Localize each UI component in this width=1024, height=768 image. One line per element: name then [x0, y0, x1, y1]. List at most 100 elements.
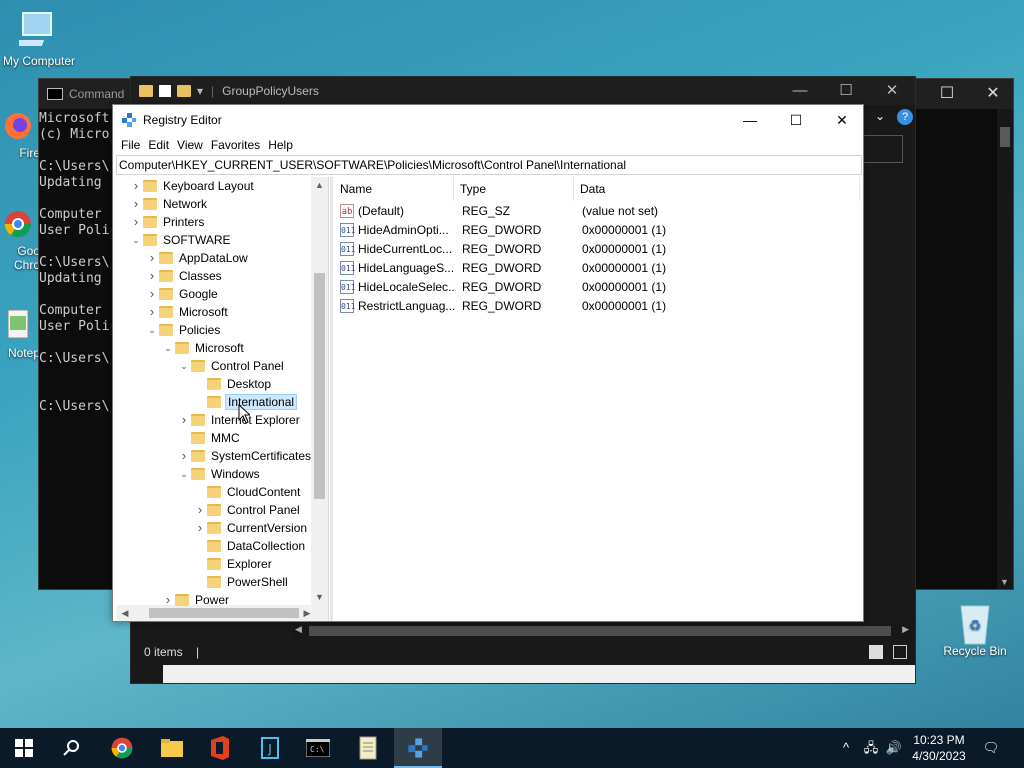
chevron-down-icon[interactable]: ⌄: [145, 321, 159, 339]
scroll-left-icon[interactable]: ◀: [295, 624, 302, 635]
registry-value-row[interactable]: 011 HideAdminOpti... REG_DWORD 0x00000001 (…: [334, 220, 863, 239]
desktop-icon-recycle-bin[interactable]: ♻ Recycle Bin: [936, 600, 1014, 658]
menu-view[interactable]: View: [175, 138, 209, 152]
tree-scroll-thumb[interactable]: [314, 273, 325, 499]
explorer-hscrollbar[interactable]: ◀ ▶: [293, 623, 911, 639]
menu-file[interactable]: File: [119, 138, 146, 152]
desktop-icon-chrome[interactable]: Goo Chro: [0, 208, 40, 272]
notifications-icon[interactable]: 🗨: [980, 728, 1002, 768]
chevron-down-icon[interactable]: ▾: [197, 84, 203, 98]
network-icon[interactable]: 🖧: [860, 728, 882, 768]
chevron-down-icon[interactable]: ⌄: [177, 357, 191, 375]
column-header-data[interactable]: Data: [574, 177, 860, 201]
chevron-right-icon[interactable]: ›: [145, 285, 159, 303]
registry-value-row[interactable]: 011 HideCurrentLoc... REG_DWORD 0x00000001 …: [334, 239, 863, 258]
chevron-right-icon[interactable]: ›: [161, 591, 175, 609]
taskbar-chrome[interactable]: [98, 728, 146, 768]
chevron-down-icon[interactable]: ⌄: [177, 465, 191, 483]
tree-node[interactable]: › Classes: [145, 267, 224, 285]
scroll-down-icon[interactable]: ▼: [1000, 577, 1009, 587]
chevron-down-icon[interactable]: ⌄: [129, 231, 143, 249]
new-folder-icon[interactable]: [177, 85, 191, 97]
properties-icon[interactable]: [159, 85, 171, 97]
tree-node[interactable]: › Printers: [129, 213, 206, 231]
desktop-icon-firefox[interactable]: Fire: [0, 110, 40, 160]
address-path[interactable]: Computer\HKEY_CURRENT_USER\SOFTWARE\Poli…: [119, 158, 626, 172]
registry-editor-window[interactable]: Registry Editor — ☐ ✕ File Edit View Fav…: [112, 104, 864, 622]
cmd-maximize-button[interactable]: ☐: [927, 83, 967, 105]
values-list[interactable]: Name Type Data ab (Default) REG_SZ (value n…: [334, 177, 863, 621]
help-icon[interactable]: ?: [897, 109, 913, 125]
taskbar-file-explorer[interactable]: [148, 728, 196, 768]
taskbar-registry-editor[interactable]: [394, 728, 442, 768]
tree-node[interactable]: › CurrentVersion: [193, 519, 309, 537]
taskbar-command-prompt[interactable]: C:\: [294, 728, 342, 768]
desktop-icon-notepad[interactable]: Notep: [0, 308, 40, 360]
regedit-close-button[interactable]: ✕: [819, 105, 865, 135]
registry-value-row[interactable]: ab (Default) REG_SZ (value not set): [334, 201, 863, 220]
taskbar-office[interactable]: [196, 728, 244, 768]
registry-value-row[interactable]: 011 RestrictLanguag... REG_DWORD 0x00000001…: [334, 296, 863, 315]
tree-node[interactable]: CloudContent: [193, 483, 302, 501]
address-bar[interactable]: Computer\HKEY_CURRENT_USER\SOFTWARE\Poli…: [116, 155, 862, 175]
explorer-close-button[interactable]: ✕: [869, 77, 915, 105]
cmd-close-button[interactable]: ✕: [973, 83, 1013, 105]
tree-node[interactable]: › AppDataLow: [145, 249, 250, 267]
chevron-right-icon[interactable]: ›: [145, 267, 159, 285]
tree-node[interactable]: › Control Panel: [193, 501, 302, 519]
tree-node[interactable]: Explorer: [193, 555, 274, 573]
taskbar-app[interactable]: J: [246, 728, 294, 768]
menu-favorites[interactable]: Favorites: [209, 138, 266, 152]
chevron-down-icon[interactable]: ⌄: [161, 339, 175, 357]
pane-splitter[interactable]: [330, 177, 333, 621]
chevron-right-icon[interactable]: ›: [129, 177, 143, 195]
search-box[interactable]: [861, 135, 903, 163]
menu-edit[interactable]: Edit: [146, 138, 175, 152]
tree-node[interactable]: ⌄ Microsoft: [161, 339, 246, 357]
tree-node[interactable]: ⌄ Windows: [177, 465, 262, 483]
scroll-left-icon[interactable]: ◀: [117, 605, 133, 621]
tree-node[interactable]: › SystemCertificates: [177, 447, 313, 465]
search-button[interactable]: [48, 728, 96, 768]
tree-node[interactable]: MMC: [177, 429, 242, 447]
tree-node[interactable]: DataCollection: [193, 537, 307, 555]
tree-node[interactable]: Desktop: [193, 375, 273, 393]
scroll-right-icon[interactable]: ▶: [299, 605, 315, 621]
tree-node[interactable]: › Google: [145, 285, 220, 303]
tree-hscroll-thumb[interactable]: [149, 608, 299, 618]
chevron-right-icon[interactable]: ›: [129, 213, 143, 231]
tree-node[interactable]: ⌄ Policies: [145, 321, 222, 339]
details-view-icon[interactable]: [869, 645, 883, 659]
menu-help[interactable]: Help: [266, 138, 299, 152]
explorer-maximize-button[interactable]: ☐: [823, 77, 869, 105]
chevron-right-icon[interactable]: ›: [145, 249, 159, 267]
explorer-minimize-button[interactable]: —: [777, 77, 823, 105]
registry-value-row[interactable]: 011 HideLanguageS... REG_DWORD 0x00000001 (…: [334, 258, 863, 277]
chevron-right-icon[interactable]: ›: [193, 501, 207, 519]
registry-key-tree[interactable]: ▲ ▼ ◀ ▶ › Keyboard Layout › Network › Printer…: [117, 177, 329, 621]
column-header-name[interactable]: Name: [334, 177, 454, 201]
show-hidden-icons-button[interactable]: ^: [836, 728, 856, 768]
volume-icon[interactable]: 🔊: [884, 728, 904, 768]
chevron-right-icon[interactable]: ›: [129, 195, 143, 213]
chevron-right-icon[interactable]: ›: [177, 411, 191, 429]
scroll-right-icon[interactable]: ▶: [902, 624, 909, 635]
scroll-up-icon[interactable]: ▲: [311, 177, 328, 193]
cmd-scrollbar[interactable]: ▼: [997, 109, 1013, 589]
tree-node[interactable]: › Network: [129, 195, 209, 213]
start-button[interactable]: [0, 728, 48, 768]
tree-vscrollbar[interactable]: ▲ ▼: [311, 177, 328, 605]
column-header-type[interactable]: Type: [454, 177, 574, 201]
tree-node[interactable]: PowerShell: [193, 573, 290, 591]
clock[interactable]: 10:23 PM 4/30/2023: [904, 732, 974, 764]
scroll-down-icon[interactable]: ▼: [311, 589, 328, 605]
taskbar-notepad[interactable]: [344, 728, 392, 768]
regedit-maximize-button[interactable]: ☐: [773, 105, 819, 135]
tree-node[interactable]: ⌄ Control Panel: [177, 357, 286, 375]
large-icons-view-icon[interactable]: [893, 645, 907, 659]
tree-node[interactable]: › Keyboard Layout: [129, 177, 256, 195]
chevron-right-icon[interactable]: ›: [193, 519, 207, 537]
chevron-right-icon[interactable]: ›: [177, 447, 191, 465]
tree-node[interactable]: › Power: [161, 591, 231, 609]
chevron-down-icon[interactable]: ⌄: [875, 109, 885, 123]
